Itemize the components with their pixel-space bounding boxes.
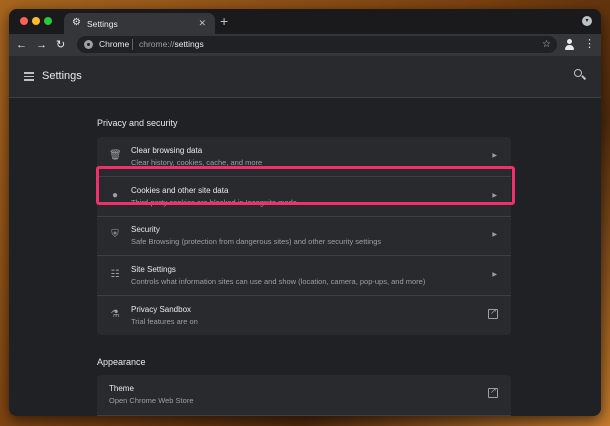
section-title-privacy: Privacy and security [97,118,178,128]
settings-content: Privacy and security 🗑︎ Clear browsing d… [9,99,601,416]
divider [97,415,511,416]
search-icon[interactable] [574,69,586,81]
settings-header: Settings [9,56,601,98]
forward-arrow-icon[interactable]: → [36,37,47,53]
minimize-window-button[interactable] [32,17,40,25]
url-path: settings [174,39,204,49]
theme-row[interactable]: Theme Open Chrome Web Store [97,375,511,415]
close-window-button[interactable] [20,17,28,25]
gear-icon: ⚙ [72,17,81,28]
row-subtitle: Third-party cookies are blocked in Incog… [131,198,297,207]
page-title: Settings [42,70,82,82]
omnibox-separator [132,39,133,50]
toolbar: ← → ↻ Chrome chrome://settings ☆ ⋮ [9,34,601,56]
tab-strip: ⚙ Settings ✕ + ▾ [9,9,601,35]
url-scheme: chrome:// [139,39,175,49]
person-icon[interactable] [564,39,575,50]
row-subtitle: Controls what information sites can use … [131,277,426,286]
shield-icon: ⛨ [111,229,119,240]
omnibox-label: Chrome [99,39,130,49]
security-row[interactable]: ⛨ Security Safe Browsing (protection fro… [97,216,511,256]
row-subtitle: Open Chrome Web Store [109,396,194,405]
row-title: Clear browsing data [131,146,203,155]
flask-icon: ⚗ [110,309,120,320]
tab-search-icon[interactable]: ▾ [582,16,592,26]
tab-title: Settings [87,19,118,29]
row-title: Security [131,225,160,234]
zoom-window-button[interactable] [44,17,52,25]
row-title: Site Settings [131,265,176,274]
url-text: chrome://settings [139,39,204,50]
row-subtitle: Clear history, cookies, cache, and more [131,158,263,167]
cookies-row[interactable]: ● Cookies and other site data Third-part… [97,177,511,217]
close-icon[interactable]: ✕ [198,17,206,29]
row-subtitle: Trial features are on [131,317,198,326]
reload-icon[interactable]: ↻ [56,37,65,53]
privacy-sandbox-row[interactable]: ⚗ Privacy Sandbox Trial features are on [97,296,511,336]
chevron-right-icon: ▶ [492,153,497,159]
row-title: Cookies and other site data [131,186,229,195]
chrome-icon [84,40,93,49]
cookie-icon: ● [111,190,119,201]
clear-browsing-data-row[interactable]: 🗑︎ Clear browsing data Clear history, co… [97,137,511,177]
section-title-appearance: Appearance [97,357,146,367]
trash-icon: 🗑︎ [109,150,122,161]
open-in-new-icon [488,307,498,319]
appearance-card: Theme Open Chrome Web Store [97,375,511,416]
open-in-new-icon [488,386,498,398]
row-title: Privacy Sandbox [131,305,192,314]
site-settings-row[interactable]: ☷ Site Settings Controls what informatio… [97,256,511,296]
row-subtitle: Safe Browsing (protection from dangerous… [131,237,382,246]
chevron-right-icon: ▶ [492,232,497,238]
back-arrow-icon[interactable]: ← [16,37,27,53]
star-icon[interactable]: ☆ [542,38,551,51]
chevron-right-icon: ▶ [492,193,497,199]
chevron-right-icon: ▶ [492,272,497,278]
row-title: Theme [109,384,134,393]
address-bar[interactable]: Chrome chrome://settings ☆ [77,36,557,53]
tab-settings[interactable]: ⚙ Settings ✕ [64,13,215,35]
browser-window: ⚙ Settings ✕ + ▾ ← → ↻ Chrome chrome://s… [9,9,601,416]
sliders-icon: ☷ [110,269,120,280]
privacy-card: 🗑︎ Clear browsing data Clear history, co… [97,137,511,335]
hamburger-icon[interactable] [24,72,34,81]
plus-icon[interactable]: + [220,13,228,29]
more-vert-icon[interactable]: ⋮ [584,38,595,51]
